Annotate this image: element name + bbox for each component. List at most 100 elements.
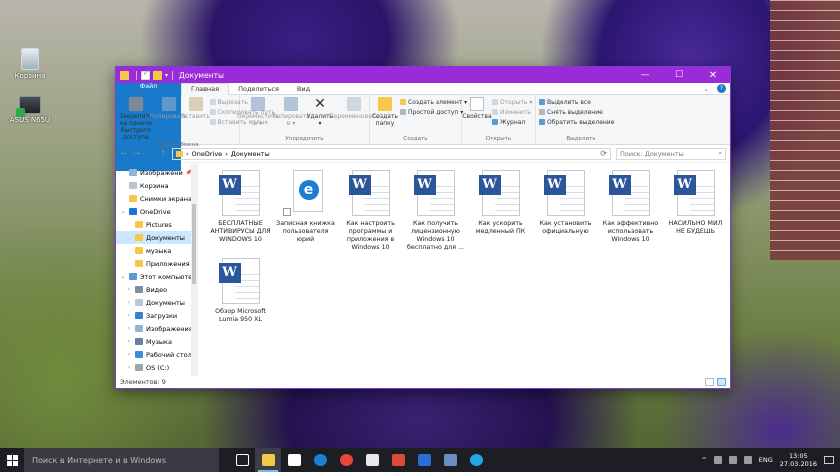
nav-item[interactable]: Снимки экрана <box>116 192 197 205</box>
move-to-button[interactable]: Переместить в ▾ <box>237 97 279 135</box>
address-input[interactable]: › OneDrive › Документы ⟳ <box>172 147 611 160</box>
nav-item[interactable]: Изображени 📌 <box>116 166 197 179</box>
properties-quick-icon[interactable] <box>141 69 150 80</box>
taskbar-explorer-button[interactable] <box>255 448 281 472</box>
nav-item[interactable]: музыка <box>116 244 197 257</box>
battery-icon[interactable] <box>743 456 752 464</box>
desktop-icon-asus[interactable]: ASUS N65U <box>0 96 60 124</box>
nav-item[interactable]: › Видео <box>116 283 197 296</box>
file-item[interactable]: W Обзор Microsoft Lumia 950 XL <box>208 258 273 346</box>
search-input[interactable]: Поиск: Документы ⌕ <box>616 147 726 160</box>
taskbar-store-button[interactable] <box>281 448 307 472</box>
start-button[interactable] <box>0 448 24 472</box>
chevron-icon[interactable]: › <box>126 364 132 371</box>
properties-button[interactable]: Свойства <box>462 97 492 135</box>
up-arrow-icon[interactable]: ↑ <box>159 149 167 158</box>
notifications-icon[interactable] <box>824 456 834 464</box>
details-view-button[interactable] <box>705 378 714 386</box>
nav-item[interactable]: › Загрузки <box>116 309 197 322</box>
history-button[interactable]: Журнал <box>492 118 532 126</box>
refresh-icon[interactable]: ⟳ <box>600 149 607 158</box>
nav-item[interactable]: › Рабочий стол <box>116 348 197 361</box>
taskbar-photos-button[interactable] <box>437 448 463 472</box>
nav-item[interactable]: › Изображения <box>116 322 197 335</box>
easy-access-button[interactable]: Простой доступ ▾ <box>400 108 467 116</box>
nav-item[interactable]: Приложения <box>116 257 197 270</box>
nav-item[interactable]: ⌄ OneDrive <box>116 205 197 218</box>
taskbar-edge-button[interactable] <box>307 448 333 472</box>
nav-item-label: Документы <box>146 298 185 307</box>
nav-item[interactable]: › Музыка <box>116 335 197 348</box>
large-icons-view-button[interactable] <box>717 378 726 386</box>
file-item[interactable]: W НАСИЛЬНО МИЛ НЕ БУДЕШЬ <box>663 170 728 258</box>
volume-icon[interactable] <box>728 456 737 464</box>
new-folder-quick-icon[interactable] <box>153 70 162 80</box>
nav-item[interactable]: Pictures <box>116 218 197 231</box>
file-item[interactable]: W БЕСПЛАТНЫЕ АНТИВИРУСЫ ДЛЯ WINDOWS 10 <box>208 170 273 258</box>
nav-item[interactable]: Документы <box>116 231 197 244</box>
taskbar-skype-button[interactable] <box>463 448 489 472</box>
new-folder-button[interactable]: Создать папку <box>372 97 398 135</box>
chevron-icon[interactable]: › <box>126 338 132 345</box>
nav-item[interactable]: Корзина <box>116 179 197 192</box>
copy-button[interactable]: Копировать <box>150 97 187 141</box>
close-button[interactable]: ✕ <box>696 67 730 83</box>
pin-quick-access-button[interactable]: Закрепить на панели быстрого доступа <box>119 97 153 141</box>
forward-arrow-icon[interactable]: → <box>133 149 141 158</box>
chevron-icon[interactable]: › <box>126 351 132 358</box>
delete-button[interactable]: ✕ Удалить ▾ <box>307 97 333 135</box>
back-arrow-icon[interactable]: ← <box>120 149 128 158</box>
file-item[interactable]: W Как ускорить медленный ПК <box>468 170 533 258</box>
chevron-down-icon[interactable]: ⌄ <box>704 85 709 93</box>
edit-button[interactable]: Изменить <box>492 108 532 116</box>
tray-chevron-icon[interactable]: ^ <box>701 456 706 464</box>
open-button[interactable]: Открыть ▾ <box>492 98 532 106</box>
taskbar-yandex-button[interactable] <box>359 448 385 472</box>
invert-selection-button[interactable]: Обратить выделение <box>539 118 614 126</box>
taskbar-app-blue-button[interactable] <box>411 448 437 472</box>
chevron-icon[interactable]: ⌄ <box>120 208 126 215</box>
rename-button[interactable]: Переименовать <box>329 97 379 135</box>
select-all-button[interactable]: Выделить все <box>539 98 614 106</box>
new-item-button[interactable]: Создать элемент ▾ <box>400 98 467 106</box>
breadcrumb-documents[interactable]: Документы <box>231 150 270 158</box>
breadcrumb-onedrive[interactable]: OneDrive <box>192 150 223 158</box>
taskbar-search-input[interactable]: Поиск в Интернете и в Windows <box>24 448 219 472</box>
chevron-icon[interactable]: › <box>126 325 132 332</box>
file-item[interactable]: W Как получить лицензионную Windows 10 бе… <box>403 170 468 258</box>
chevron-icon[interactable]: ⌄ <box>120 273 126 280</box>
yandex-icon <box>365 454 379 466</box>
taskbar-task-view-button[interactable] <box>229 448 255 472</box>
chevron-icon[interactable]: › <box>126 299 132 306</box>
folder-icon <box>135 338 143 345</box>
desktop-icon-recycle-bin[interactable]: Корзина <box>0 48 60 80</box>
clock[interactable]: 13:05 27.03.2016 <box>780 452 817 468</box>
minimize-button[interactable]: — <box>628 67 662 83</box>
quick-access-dropdown-icon[interactable]: ▾ <box>165 72 168 79</box>
tab-home[interactable]: Главная <box>181 83 230 95</box>
file-item[interactable]: W Как эффективно использовать Windows 10 <box>598 170 663 258</box>
tab-share[interactable]: Поделиться <box>229 83 288 94</box>
copy-to-button[interactable]: Копировать в ▾ <box>272 97 310 135</box>
tab-view[interactable]: Вид <box>288 83 319 94</box>
paste-button[interactable]: Вставить <box>181 97 210 141</box>
taskbar-ccleaner-button[interactable] <box>385 448 411 472</box>
nav-item[interactable]: › Документы <box>116 296 197 309</box>
select-none-button[interactable]: Снять выделение <box>539 108 614 116</box>
file-item[interactable]: W Как установить официальную <box>533 170 598 258</box>
maximize-button[interactable]: ☐ <box>662 67 696 83</box>
language-indicator[interactable]: ENG <box>759 456 773 464</box>
nav-item[interactable]: › OS (C:) <box>116 361 197 374</box>
nav-item[interactable]: ⌄ Этот компьютер <box>116 270 197 283</box>
chevron-icon[interactable]: › <box>126 312 132 319</box>
taskbar-chrome-button[interactable] <box>333 448 359 472</box>
title-bar[interactable]: ▾ Документы — ☐ ✕ <box>116 67 730 83</box>
recent-locations-icon[interactable]: ⌄ <box>146 150 154 157</box>
help-icon[interactable]: ? <box>717 84 726 93</box>
nav-scrollbar[interactable] <box>191 164 197 376</box>
network-icon[interactable] <box>713 456 722 464</box>
chevron-icon[interactable]: › <box>126 286 132 293</box>
file-item[interactable]: e Записная книжка пользователя юрий <box>273 170 338 258</box>
nav-item-label: OneDrive <box>140 207 171 216</box>
file-item[interactable]: W Как настроить программы и приложения в … <box>338 170 403 258</box>
